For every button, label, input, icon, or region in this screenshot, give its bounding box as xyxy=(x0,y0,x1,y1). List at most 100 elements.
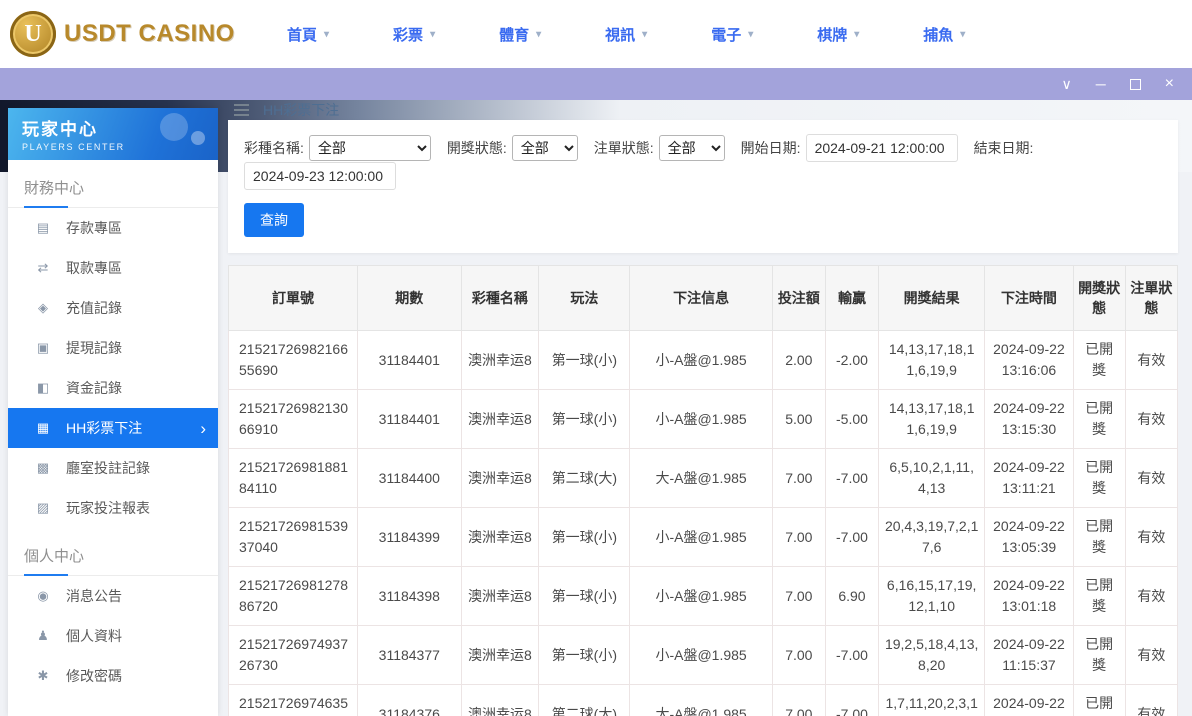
table-cell: 小-A盤@1.985 xyxy=(629,625,773,685)
table-cell: 20,4,3,19,7,2,17,6 xyxy=(878,507,986,567)
table-cell: 31184401 xyxy=(357,330,462,390)
hamburger-icon[interactable] xyxy=(234,109,249,111)
table-cell: 31184399 xyxy=(357,507,462,567)
table-cell: 7.00 xyxy=(771,566,826,626)
table-cell: 7.00 xyxy=(771,448,826,508)
sidebar-item-change-password[interactable]: ✱ 修改密碼 xyxy=(8,656,218,696)
sidebar-menu: 財務中心 ▤ 存款專區 ⇄ 取款專區 ◈ 充值記錄 ▣ 提現記錄 ◧ 資金記錄 ▦ HH彩票下注 › ▩ 廳室… xyxy=(8,160,218,716)
nav-item-home[interactable]: 首頁 ▾ xyxy=(287,24,329,45)
nav-item-lottery[interactable]: 彩票 ▾ xyxy=(393,24,435,45)
recharge-record-icon: ◈ xyxy=(38,300,48,315)
bet-table: 訂單號 期數 彩種名稱 玩法 下注信息 投注額 輸贏 開獎結果 下注時間 開獎狀態 注單狀態 215… xyxy=(227,265,1179,716)
chevron-down-icon: ▾ xyxy=(642,28,648,40)
table-cell: 6,5,10,2,1,11,4,13 xyxy=(878,448,986,508)
sidebar-item-label: 玩家投注報表 xyxy=(66,500,150,516)
nav-item-label: 首頁 xyxy=(287,26,318,44)
table-cell: 19,2,5,18,4,13,8,20 xyxy=(878,625,986,685)
table-row: 2152172698213066910 31184401 澳洲幸运8 第一球(小) 小-… xyxy=(227,389,1179,449)
order-status-select[interactable]: 全部 xyxy=(658,135,725,161)
column-header: 注單狀態 xyxy=(1124,265,1179,331)
bet-table-header-row: 訂單號 期數 彩種名稱 玩法 下注信息 投注額 輸贏 開獎結果 下注時間 開獎狀態 注單狀態 xyxy=(227,265,1179,331)
sidebar-item-withdraw-record[interactable]: ▣ 提現記錄 xyxy=(8,328,218,368)
table-cell: 澳洲幸运8 xyxy=(460,389,540,449)
start-date-input[interactable] xyxy=(805,134,958,162)
main-nav: 首頁 ▾ 彩票 ▾ 體育 ▾ 視訊 ▾ 電子 ▾ 棋牌 ▾ 捕魚 ▾ xyxy=(287,24,965,45)
draw-status-label: 開獎狀態: xyxy=(446,140,507,156)
minimize-icon[interactable]: ─ xyxy=(1096,77,1106,91)
table-cell: 7.00 xyxy=(771,507,826,567)
sidebar-item-deposit[interactable]: ▤ 存款專區 xyxy=(8,208,218,248)
bell-icon: ◉ xyxy=(37,588,49,603)
sidebar-item-label: 消息公告 xyxy=(66,588,122,604)
sidebar-item-label: 存款專區 xyxy=(66,220,122,236)
table-row: 2152172698188184110 31184400 澳洲幸运8 第二球(大) 大-… xyxy=(227,448,1179,508)
filter-panel: 彩種名稱: 全部 開獎狀態: 全部 注單狀態: 全部 開始日期: 結束日期: 查… xyxy=(228,120,1178,253)
order-status-label: 注單狀態: xyxy=(593,140,654,156)
chevron-down-icon: ▾ xyxy=(854,28,860,40)
table-cell: -7.00 xyxy=(824,684,880,716)
table-cell: 6,16,15,17,19,12,1,10 xyxy=(878,566,986,626)
sidebar-item-label: 個人資料 xyxy=(66,628,122,644)
draw-status-select[interactable]: 全部 xyxy=(511,135,578,161)
sidebar-item-hh-lottery-bets[interactable]: ▦ HH彩票下注 › xyxy=(8,408,218,448)
decor-circle xyxy=(160,113,188,141)
end-date-input[interactable] xyxy=(244,162,396,190)
chevron-down-icon: ▾ xyxy=(748,28,754,40)
table-cell: 2024-09-22 13:01:18 xyxy=(984,566,1074,626)
nav-item-cards[interactable]: 棋牌 ▾ xyxy=(817,24,859,45)
table-cell: 第一球(小) xyxy=(538,389,631,449)
lottery-bets-icon: ▦ xyxy=(36,420,50,435)
table-cell: 2.00 xyxy=(771,330,826,390)
sidebar-item-label: 提現記錄 xyxy=(66,340,122,356)
table-cell: 2024-09-22 11:15:37 xyxy=(984,625,1074,685)
collapse-icon[interactable]: ∨ xyxy=(1061,77,1071,91)
sidebar-item-label: 資金記錄 xyxy=(66,380,122,396)
sidebar-item-label: 取款專區 xyxy=(66,260,122,276)
table-cell: 大-A盤@1.985 xyxy=(629,448,773,508)
sidebar-item-room-bet-record[interactable]: ▩ 廳室投註記錄 xyxy=(8,448,218,488)
person-icon: ♟ xyxy=(37,628,49,643)
table-row: 2152172697493726730 31184377 澳洲幸运8 第一球(小) 小-… xyxy=(227,625,1179,685)
sidebar-subtitle: PLAYERS CENTER xyxy=(22,142,125,152)
nav-item-video[interactable]: 視訊 ▾ xyxy=(605,24,647,45)
page-title: HH彩票下注 xyxy=(263,102,340,118)
table-cell: 7.00 xyxy=(771,625,826,685)
logo[interactable]: U USDT CASINO xyxy=(10,11,245,57)
lottery-name-select[interactable]: 全部 xyxy=(308,135,431,161)
sidebar-item-player-bet-report[interactable]: ▨ 玩家投注報表 xyxy=(8,488,218,528)
sidebar-item-label: 充值記錄 xyxy=(66,300,122,316)
table-cell: 小-A盤@1.985 xyxy=(629,507,773,567)
search-button[interactable]: 查詢 xyxy=(244,203,304,237)
sidebar-item-recharge-record[interactable]: ◈ 充值記錄 xyxy=(8,288,218,328)
deposit-icon: ▤ xyxy=(36,220,50,235)
table-cell: 2152172697493726730 xyxy=(227,625,359,685)
table-cell: 1,7,11,20,2,3,19,12 xyxy=(878,684,986,716)
table-cell: 小-A盤@1.985 xyxy=(629,330,773,390)
sidebar-item-withdraw[interactable]: ⇄ 取款專區 xyxy=(8,248,218,288)
sidebar: 玩家中心 PLAYERS CENTER 財務中心 ▤ 存款專區 ⇄ 取款專區 ◈ 充值記錄 ▣… xyxy=(8,108,218,716)
table-cell: 有效 xyxy=(1124,625,1179,685)
table-cell: 6.90 xyxy=(824,566,880,626)
player-bet-report-icon: ▨ xyxy=(36,500,50,515)
table-cell: 2152172698153937040 xyxy=(227,507,359,567)
nav-item-sports[interactable]: 體育 ▾ xyxy=(499,24,541,45)
sidebar-item-profile[interactable]: ♟ 個人資料 xyxy=(8,616,218,656)
close-icon[interactable]: × xyxy=(1165,76,1174,92)
sidebar-item-announcements[interactable]: ◉ 消息公告 xyxy=(8,576,218,616)
table-cell: 5.00 xyxy=(771,389,826,449)
table-row: 215217269746351180031184376澳洲幸运8第二球(大)大-… xyxy=(227,684,1179,716)
sidebar-item-funds-record[interactable]: ◧ 資金記錄 xyxy=(8,368,218,408)
table-cell: 澳洲幸运8 xyxy=(460,625,540,685)
table-cell: 7.00 xyxy=(771,684,826,716)
logo-icon: U xyxy=(10,11,56,57)
table-cell: 第一球(小) xyxy=(538,625,631,685)
nav-item-fishing[interactable]: 捕魚 ▾ xyxy=(923,24,965,45)
table-cell: 澳洲幸运8 xyxy=(460,330,540,390)
table-cell: 已開獎 xyxy=(1072,448,1126,508)
chevron-down-icon: ▾ xyxy=(430,28,436,40)
nav-item-slots[interactable]: 電子 ▾ xyxy=(711,24,753,45)
maximize-icon[interactable] xyxy=(1129,78,1141,90)
table-cell: -7.00 xyxy=(824,448,880,508)
filter-row: 彩種名稱: 全部 開獎狀態: 全部 注單狀態: 全部 開始日期: 結束日期: xyxy=(244,134,1162,190)
table-cell: 第二球(大) xyxy=(538,684,631,716)
